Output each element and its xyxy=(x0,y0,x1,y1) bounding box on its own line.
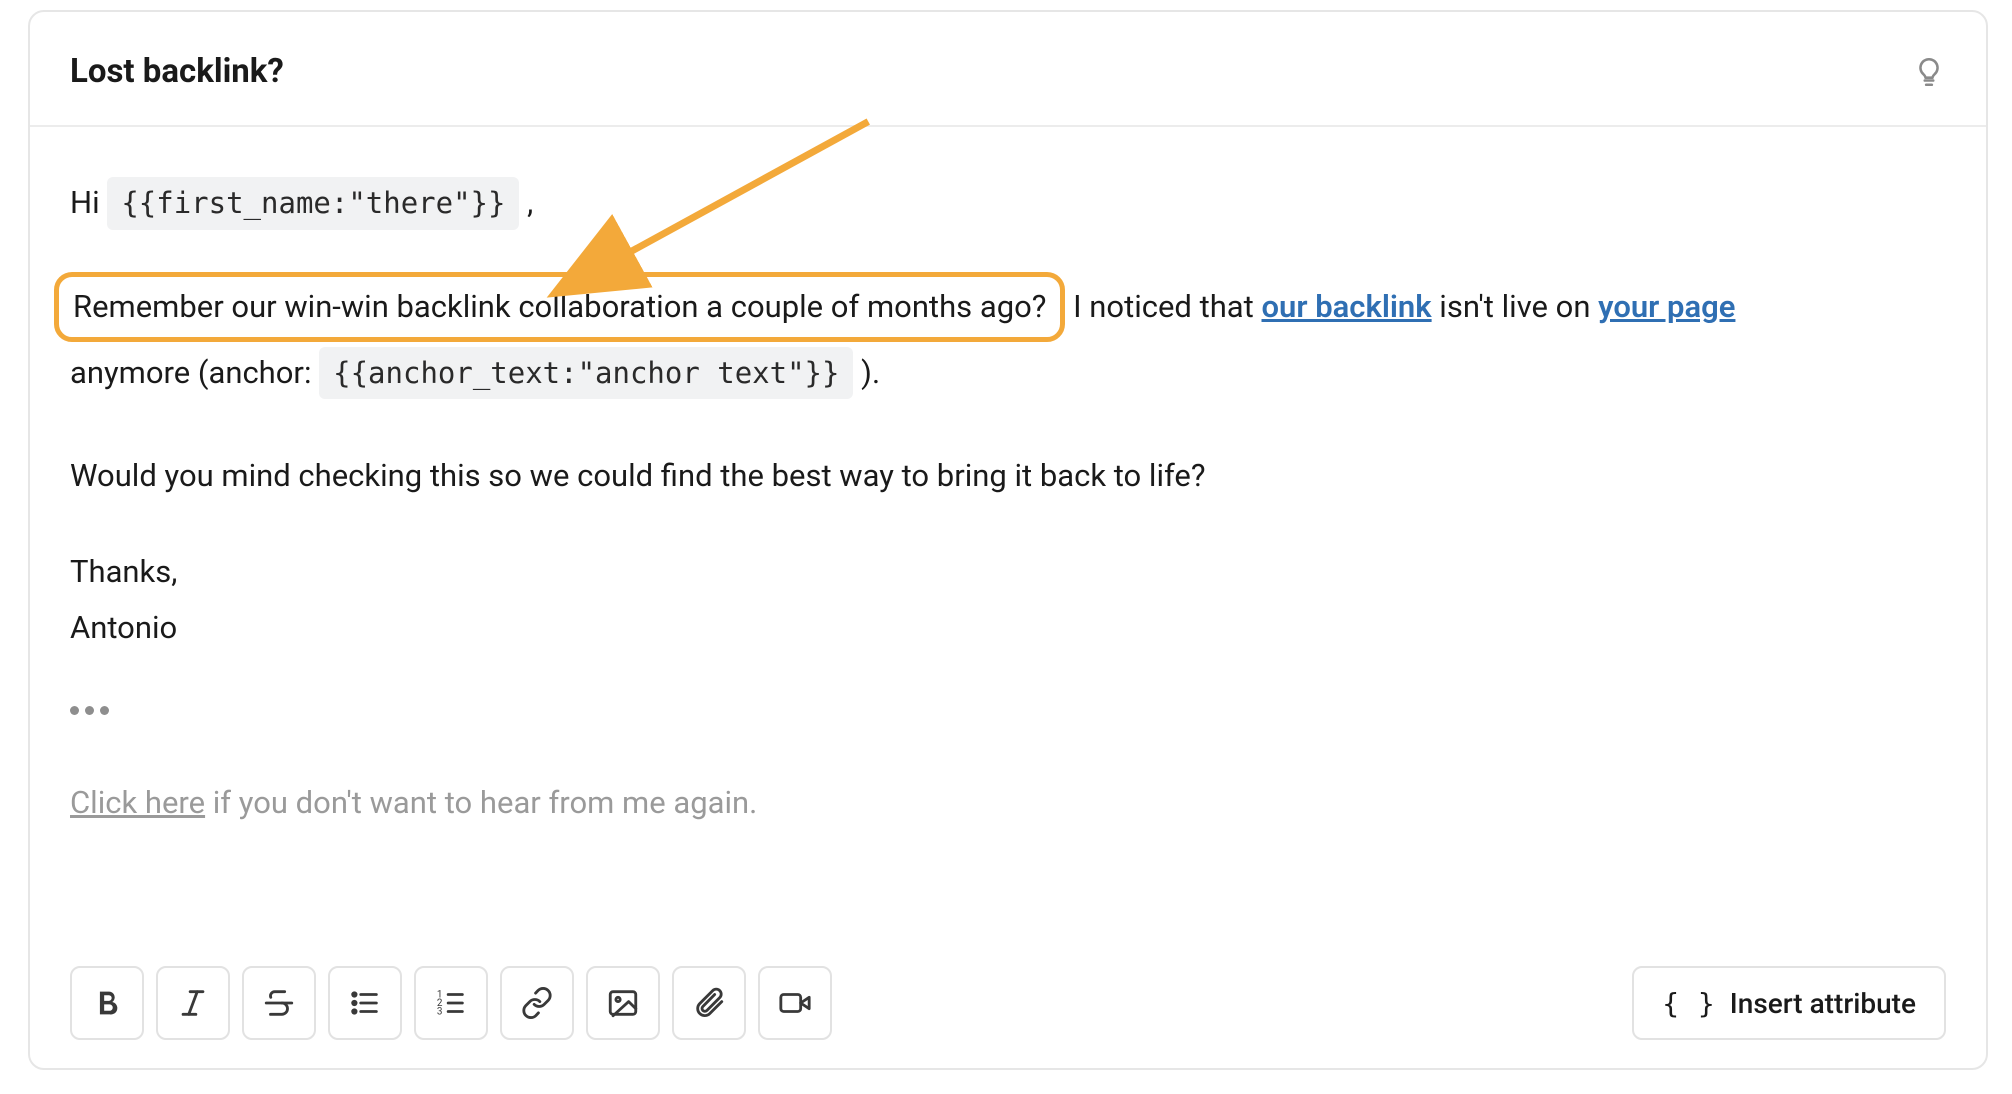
our-backlink-link[interactable]: our backlink xyxy=(1262,288,1432,325)
p1-line2-post: ). xyxy=(853,354,880,391)
svg-text:3: 3 xyxy=(437,1006,443,1017)
attachment-button[interactable] xyxy=(672,966,746,1040)
link-button[interactable] xyxy=(500,966,574,1040)
thanks-line: Thanks, xyxy=(70,548,1946,596)
signature-block: Thanks, Antonio xyxy=(70,548,1946,652)
p1-mid-text: isn't live on xyxy=(1432,288,1599,325)
video-button[interactable] xyxy=(758,966,832,1040)
first-name-variable[interactable]: {{first_name:"there"}} xyxy=(107,177,519,230)
format-toolbar: 123 { } Insert attribute xyxy=(70,966,1946,1040)
email-editor-card: Lost backlink? Hi {{first_name:"there"}}… xyxy=(28,10,1988,1070)
email-body[interactable]: Hi {{first_name:"there"}} , Remember our… xyxy=(30,127,1986,869)
your-page-link[interactable]: your page xyxy=(1598,288,1735,325)
greeting-prefix: Hi xyxy=(70,184,107,221)
insert-attribute-button[interactable]: { } Insert attribute xyxy=(1632,966,1946,1040)
numbered-list-button[interactable]: 123 xyxy=(414,966,488,1040)
italic-button[interactable] xyxy=(156,966,230,1040)
p1-line2-pre: anymore (anchor: xyxy=(70,354,319,391)
bold-button[interactable] xyxy=(70,966,144,1040)
p1-text-after-highlight: I noticed that xyxy=(1065,288,1261,325)
paragraph-1: Remember our win-win backlink collaborat… xyxy=(70,272,1946,404)
email-subject[interactable]: Lost backlink? xyxy=(70,52,284,91)
braces-icon: { } xyxy=(1662,987,1716,1020)
insert-attribute-label: Insert attribute xyxy=(1730,987,1916,1020)
unsubscribe-line: Click here if you don't want to hear fro… xyxy=(70,779,1946,827)
unsubscribe-rest: if you don't want to hear from me again. xyxy=(205,784,757,821)
greeting-line: Hi {{first_name:"there"}} , xyxy=(70,177,1946,230)
lightbulb-icon[interactable] xyxy=(1912,55,1946,89)
anchor-text-variable[interactable]: {{anchor_text:"anchor text"}} xyxy=(319,347,853,400)
bullet-list-button[interactable] xyxy=(328,966,402,1040)
strikethrough-button[interactable] xyxy=(242,966,316,1040)
ellipsis-icon[interactable] xyxy=(70,706,109,715)
signature-name: Antonio xyxy=(70,604,1946,652)
paragraph-2: Would you mind checking this so we could… xyxy=(70,452,1946,500)
highlighted-sentence: Remember our win-win backlink collaborat… xyxy=(54,272,1065,342)
unsubscribe-link[interactable]: Click here xyxy=(70,784,205,821)
editor-header: Lost backlink? xyxy=(30,12,1986,127)
tool-group-left: 123 xyxy=(70,966,832,1040)
image-button[interactable] xyxy=(586,966,660,1040)
greeting-suffix: , xyxy=(527,184,533,221)
